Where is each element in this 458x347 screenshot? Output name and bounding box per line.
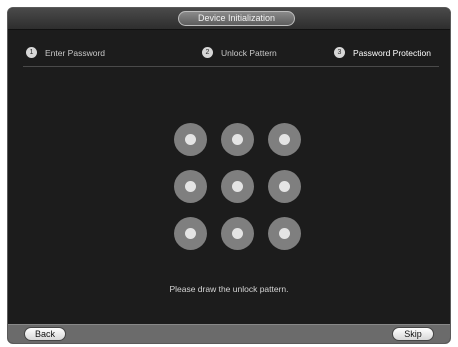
pattern-dot-1[interactable] bbox=[174, 123, 207, 156]
step-number-3: 3 bbox=[334, 47, 345, 59]
dialog-window: Device Initialization 1 Enter Password 2U… bbox=[7, 7, 451, 344]
pattern-dot-2[interactable] bbox=[221, 123, 254, 156]
step-unlock-pattern: 2 Unlock Pattern bbox=[202, 44, 277, 59]
step-number-1: 1 bbox=[26, 47, 37, 59]
pattern-dot-7[interactable] bbox=[174, 217, 207, 250]
step-label-unlock-pattern: Unlock Pattern bbox=[221, 47, 277, 58]
pattern-dot-5[interactable] bbox=[221, 170, 254, 203]
step-indicator: 1 Enter Password 2 Unlock Pattern 3 Passwor… bbox=[8, 38, 450, 68]
skip-button[interactable]: Skip bbox=[392, 327, 434, 341]
pattern-hint: Please draw the unlock pattern. bbox=[169, 284, 289, 294]
unlock-pattern-grid[interactable] bbox=[174, 123, 303, 252]
bottom-bar: Back Skip bbox=[8, 324, 450, 343]
pattern-dot-9[interactable] bbox=[268, 217, 301, 250]
pattern-dot-3[interactable] bbox=[268, 123, 301, 156]
steps-divider bbox=[23, 66, 439, 67]
pattern-dot-6[interactable] bbox=[268, 170, 301, 203]
title-bar: Device Initialization bbox=[8, 8, 450, 30]
step-label-password-protection: Password Protection bbox=[353, 47, 431, 58]
step-password-protection: 3 Password Protection bbox=[334, 44, 431, 59]
step-enter-password: 1 Enter Password bbox=[26, 44, 105, 59]
step-label-enter-password: Enter Password bbox=[45, 47, 105, 58]
back-button[interactable]: Back bbox=[24, 327, 66, 341]
dialog-title: Device Initialization bbox=[178, 11, 295, 26]
pattern-dot-8[interactable] bbox=[221, 217, 254, 250]
pattern-dot-4[interactable] bbox=[174, 170, 207, 203]
step-number-2: 2 bbox=[202, 47, 213, 59]
